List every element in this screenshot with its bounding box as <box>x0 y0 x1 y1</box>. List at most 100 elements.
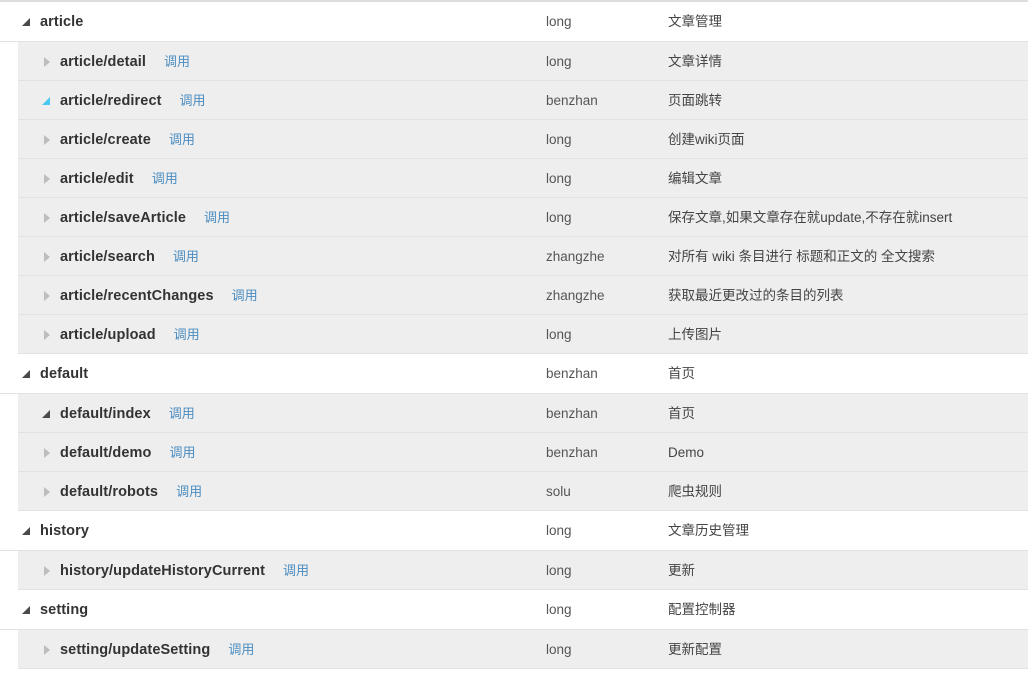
description-cell: Demo <box>668 445 705 460</box>
triangle-right-icon[interactable] <box>42 56 53 67</box>
node-name-cell: article/create 调用 <box>0 120 540 159</box>
author-cell: benzhan <box>546 445 598 460</box>
node-label[interactable]: article/edit <box>60 171 134 187</box>
triangle-right-icon[interactable] <box>42 644 53 655</box>
node-name-cell: article/redirect 调用 <box>0 81 540 120</box>
author-cell: long <box>546 563 572 578</box>
author-cell: long <box>546 327 572 342</box>
description-cell: 编辑文章 <box>668 171 722 186</box>
triangle-right-icon[interactable] <box>42 447 53 458</box>
description-cell: 页面跳转 <box>668 93 722 108</box>
author-cell: long <box>546 54 572 69</box>
node-label[interactable]: default/demo <box>60 445 151 461</box>
tree-row[interactable]: setting/updateSetting 调用 long 更新配置 <box>0 630 1028 669</box>
invoke-link[interactable]: 调用 <box>152 171 178 186</box>
invoke-link[interactable]: 调用 <box>176 484 202 499</box>
tree-row[interactable]: article/search 调用 zhangzhe 对所有 wiki 条目进行 标题… <box>0 237 1028 276</box>
invoke-link[interactable]: 调用 <box>232 288 258 303</box>
node-label[interactable]: article/recentChanges <box>60 288 214 304</box>
node-label[interactable]: article/search <box>60 249 155 265</box>
description-cell: 文章管理 <box>668 14 722 29</box>
triangle-right-icon[interactable] <box>42 212 53 223</box>
node-label[interactable]: default/robots <box>60 484 158 500</box>
tree-row[interactable]: article/recentChanges 调用 zhangzhe 获取最近更改过的条… <box>0 276 1028 315</box>
invoke-link[interactable]: 调用 <box>174 327 200 342</box>
triangle-right-icon[interactable] <box>42 173 53 184</box>
invoke-link[interactable]: 调用 <box>169 445 195 460</box>
author-cell: long <box>546 642 572 657</box>
triangle-right-icon[interactable] <box>42 290 53 301</box>
invoke-link[interactable]: 调用 <box>164 54 190 69</box>
description-cell: 首页 <box>668 406 695 421</box>
node-label[interactable]: default <box>40 366 88 382</box>
invoke-link[interactable]: 调用 <box>204 210 230 225</box>
tree-row[interactable]: default/demo 调用 benzhan Demo <box>0 433 1028 472</box>
invoke-link[interactable]: 调用 <box>169 406 195 421</box>
tree-row[interactable]: setting long 配置控制器 <box>0 590 1028 630</box>
node-label[interactable]: article <box>40 14 83 30</box>
invoke-link[interactable]: 调用 <box>228 642 254 657</box>
invoke-link[interactable]: 调用 <box>180 93 206 108</box>
invoke-link[interactable]: 调用 <box>173 249 199 264</box>
author-cell: long <box>546 523 572 538</box>
tree-row[interactable]: article/saveArticle 调用 long 保存文章,如果文章存在就upd… <box>0 198 1028 237</box>
triangle-down-icon[interactable] <box>22 525 33 536</box>
tree-row[interactable]: default/index 调用 benzhan 首页 <box>0 394 1028 433</box>
tree-row[interactable]: article long 文章管理 <box>0 2 1028 42</box>
node-label[interactable]: history <box>40 523 89 539</box>
tree-row[interactable]: article/redirect 调用 benzhan 页面跳转 <box>0 81 1028 120</box>
triangle-right-icon[interactable] <box>42 486 53 497</box>
tree-row[interactable]: history long 文章历史管理 <box>0 511 1028 551</box>
description-cell: 创建wiki页面 <box>668 132 745 147</box>
tree-row[interactable]: history/updateHistoryCurrent 调用 long 更新 <box>0 551 1028 590</box>
node-name-cell: article/detail 调用 <box>0 42 540 81</box>
node-label[interactable]: default/index <box>60 406 151 422</box>
triangle-down-icon[interactable] <box>22 16 33 27</box>
invoke-link[interactable]: 调用 <box>283 563 309 578</box>
node-label[interactable]: article/redirect <box>60 93 162 109</box>
node-label[interactable]: setting/updateSetting <box>60 642 210 658</box>
author-cell: long <box>546 171 572 186</box>
node-name-cell: article/recentChanges 调用 <box>0 276 540 315</box>
node-label[interactable]: setting <box>40 602 88 618</box>
triangle-down-icon[interactable] <box>22 604 33 615</box>
tree-row[interactable]: default benzhan 首页 <box>0 354 1028 394</box>
author-cell: long <box>546 132 572 147</box>
author-cell: solu <box>546 484 571 499</box>
node-label[interactable]: article/detail <box>60 54 146 70</box>
tree-row[interactable]: article/create 调用 long 创建wiki页面 <box>0 120 1028 159</box>
author-cell: benzhan <box>546 366 598 381</box>
node-name-cell: article/edit 调用 <box>0 159 540 198</box>
author-cell: zhangzhe <box>546 288 605 303</box>
node-label[interactable]: article/saveArticle <box>60 210 186 226</box>
triangle-right-icon[interactable] <box>42 329 53 340</box>
triangle-right-icon[interactable] <box>42 565 53 576</box>
author-cell: long <box>546 210 572 225</box>
author-cell: benzhan <box>546 93 598 108</box>
node-name-cell: article/upload 调用 <box>0 315 540 354</box>
triangle-down-icon[interactable] <box>42 95 53 106</box>
triangle-down-icon[interactable] <box>22 368 33 379</box>
triangle-down-icon[interactable] <box>42 408 53 419</box>
tree-row[interactable]: article/edit 调用 long 编辑文章 <box>0 159 1028 198</box>
node-label[interactable]: history/updateHistoryCurrent <box>60 563 265 579</box>
description-cell: 首页 <box>668 366 695 381</box>
description-cell: 配置控制器 <box>668 602 736 617</box>
tree-row[interactable]: default/robots 调用 solu 爬虫规则 <box>0 472 1028 511</box>
author-cell: long <box>546 14 572 29</box>
tree-row[interactable]: article/upload 调用 long 上传图片 <box>0 315 1028 354</box>
node-name-cell: default/demo 调用 <box>0 433 540 472</box>
node-name-cell: article/search 调用 <box>0 237 540 276</box>
node-name-cell: history/updateHistoryCurrent 调用 <box>0 551 540 590</box>
node-name-cell: setting/updateSetting 调用 <box>0 630 540 669</box>
node-name-cell: default <box>0 354 540 393</box>
triangle-right-icon[interactable] <box>42 251 53 262</box>
node-name-cell: default/index 调用 <box>0 394 540 433</box>
node-label[interactable]: article/upload <box>60 327 156 343</box>
tree-row[interactable]: article/detail 调用 long 文章详情 <box>0 42 1028 81</box>
triangle-right-icon[interactable] <box>42 134 53 145</box>
node-label[interactable]: article/create <box>60 132 151 148</box>
description-cell: 获取最近更改过的条目的列表 <box>668 288 844 303</box>
invoke-link[interactable]: 调用 <box>169 132 195 147</box>
author-cell: long <box>546 602 572 617</box>
